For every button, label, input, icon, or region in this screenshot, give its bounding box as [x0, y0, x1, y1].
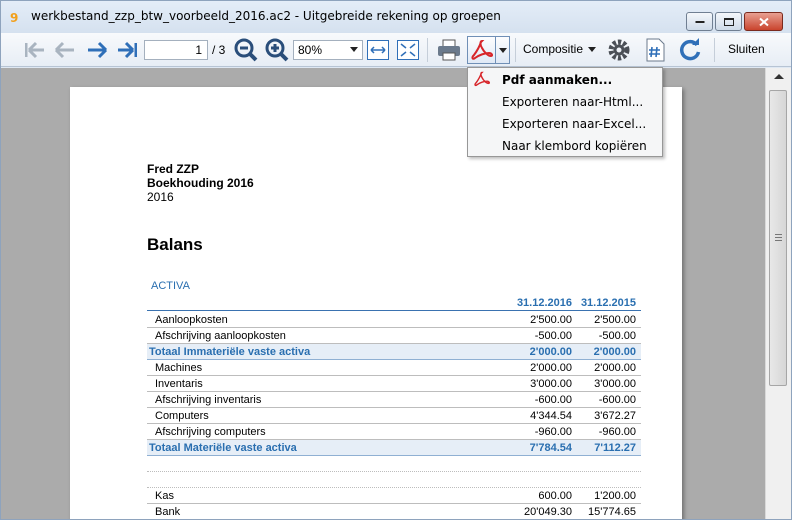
menu-item-excel[interactable]: Exporteren naar-Excel...	[502, 117, 646, 131]
scroll-up-icon[interactable]	[774, 74, 784, 79]
chevron-down-icon	[350, 47, 358, 52]
table-row	[147, 456, 641, 472]
table-row: Machines 2'000.00 2'000.00	[147, 360, 641, 376]
app-window: 9 werkbestand_zzp_btw_voorbeeld_2016.ac2…	[0, 0, 792, 520]
label: Totaal Immateriële vaste activa	[149, 346, 311, 358]
table-row: Afschrijving aanloopkosten -500.00 -500.00	[147, 328, 641, 344]
fit-width-icon[interactable]	[365, 37, 391, 63]
export-pdf-button[interactable]	[467, 36, 496, 64]
numbering-icon[interactable]	[642, 37, 668, 63]
maximize-button[interactable]	[715, 12, 742, 31]
zoom-select[interactable]: 80%	[293, 40, 363, 60]
table-row: Computers 4'344.54 3'672.27	[147, 408, 641, 424]
label: Kas	[155, 490, 174, 502]
label: Afschrijving aanloopkosten	[155, 330, 286, 342]
menu-item-html[interactable]: Exporteren naar-Html...	[502, 95, 643, 109]
close-button[interactable]: Sluiten	[728, 42, 765, 56]
report-subtitle: Boekhouding 2016	[147, 176, 254, 190]
previous-page-icon[interactable]	[52, 37, 78, 63]
table-total-row: Totaal Immateriële vaste activa 2'000.00 2…	[147, 344, 641, 360]
zoom-out-icon[interactable]	[233, 37, 259, 63]
value-2015: 3'672.27	[594, 410, 636, 422]
menu-item-pdf[interactable]: Pdf aanmaken...	[468, 68, 662, 90]
label: Afschrijving computers	[155, 426, 266, 438]
label: Bank	[155, 506, 181, 518]
scrollbar-thumb[interactable]	[769, 90, 787, 386]
menu-item-clipboard[interactable]: Naar klembord kopiëren	[502, 139, 647, 153]
report-year: 2016	[147, 190, 174, 204]
grip-line	[775, 240, 782, 241]
value-2015: 15'774.65	[588, 506, 636, 518]
table-row: Aanloopkosten 2'500.00 2'500.00	[147, 312, 641, 328]
window-title: werkbestand_zzp_btw_voorbeeld_2016.ac2 -…	[31, 9, 501, 23]
value-2015: 2'500.00	[594, 314, 636, 326]
value-2015: 2'000.00	[593, 346, 636, 358]
close-window-button[interactable]	[744, 12, 783, 31]
zoom-value: 80%	[298, 43, 323, 57]
export-dropdown-button[interactable]	[496, 36, 510, 64]
grip-line	[775, 237, 782, 238]
value-2015: 1'200.00	[594, 490, 636, 502]
header-divider	[147, 310, 641, 311]
first-page-icon[interactable]	[22, 37, 48, 63]
toolbar-separator	[515, 38, 516, 62]
title-bar: 9 werkbestand_zzp_btw_voorbeeld_2016.ac2…	[1, 1, 791, 33]
toolbar-separator	[427, 38, 428, 62]
vertical-scrollbar[interactable]	[765, 68, 791, 519]
toolbar-separator	[714, 38, 715, 62]
app-logo: 9	[10, 11, 19, 25]
column-header-2015: 31.12.2015	[580, 297, 636, 309]
label: Inventaris	[155, 378, 203, 390]
label: Totaal Materiële vaste activa	[149, 442, 297, 454]
last-page-icon[interactable]	[114, 37, 140, 63]
table-row: Inventaris 3'000.00 3'000.00	[147, 376, 641, 392]
company-name: Fred ZZP	[147, 162, 200, 176]
value-2015: -600.00	[598, 394, 636, 406]
label: Machines	[155, 362, 203, 374]
chevron-down-icon	[499, 48, 507, 53]
value-2015: 3'000.00	[594, 378, 636, 390]
close-icon	[758, 17, 769, 26]
minimize-icon	[695, 20, 704, 23]
page-total: / 3	[212, 43, 226, 57]
label: Aanloopkosten	[155, 314, 228, 326]
zoom-in-icon[interactable]	[264, 37, 290, 63]
fit-page-icon[interactable]	[395, 37, 421, 63]
export-menu: Pdf aanmaken... Exporteren naar-Html... …	[467, 67, 663, 157]
value-2015: 7'112.27	[594, 442, 636, 454]
maximize-icon	[723, 17, 734, 26]
next-page-icon[interactable]	[84, 37, 110, 63]
menu-item-label: Pdf aanmaken...	[502, 73, 613, 87]
value-2015: 2'000.00	[594, 362, 636, 374]
value-2015: -500.00	[598, 330, 636, 342]
table-row: Bank 20'049.30 15'774.65	[147, 504, 641, 519]
pdf-icon	[471, 39, 493, 60]
report-title: Balans	[147, 235, 203, 254]
pdf-icon	[474, 71, 490, 87]
table-row: Kas 600.00 1'200.00	[147, 488, 641, 504]
refresh-icon[interactable]	[677, 37, 703, 63]
label: Afschrijving inventaris	[155, 394, 262, 406]
table-row: Afschrijving computers -960.00 -960.00	[147, 424, 641, 440]
composition-button[interactable]: Compositie	[523, 42, 583, 56]
page-number-input[interactable]: 1	[144, 40, 208, 60]
print-icon[interactable]	[436, 37, 462, 63]
toolbar: 1 / 3 80% Compositie Sluiten	[1, 33, 791, 67]
minimize-button[interactable]	[686, 12, 713, 31]
section-title: ACTIVA	[151, 280, 190, 292]
table-total-row: Totaal Materiële vaste activa 7'784.54 7'1…	[147, 440, 641, 456]
value-2015: -960.00	[598, 426, 636, 438]
chevron-down-icon[interactable]	[588, 47, 596, 52]
table-row: Afschrijving inventaris -600.00 -600.00	[147, 392, 641, 408]
label: Computers	[155, 410, 209, 422]
gear-icon[interactable]	[606, 37, 632, 63]
table-row	[147, 472, 641, 488]
grip-line	[775, 234, 782, 235]
